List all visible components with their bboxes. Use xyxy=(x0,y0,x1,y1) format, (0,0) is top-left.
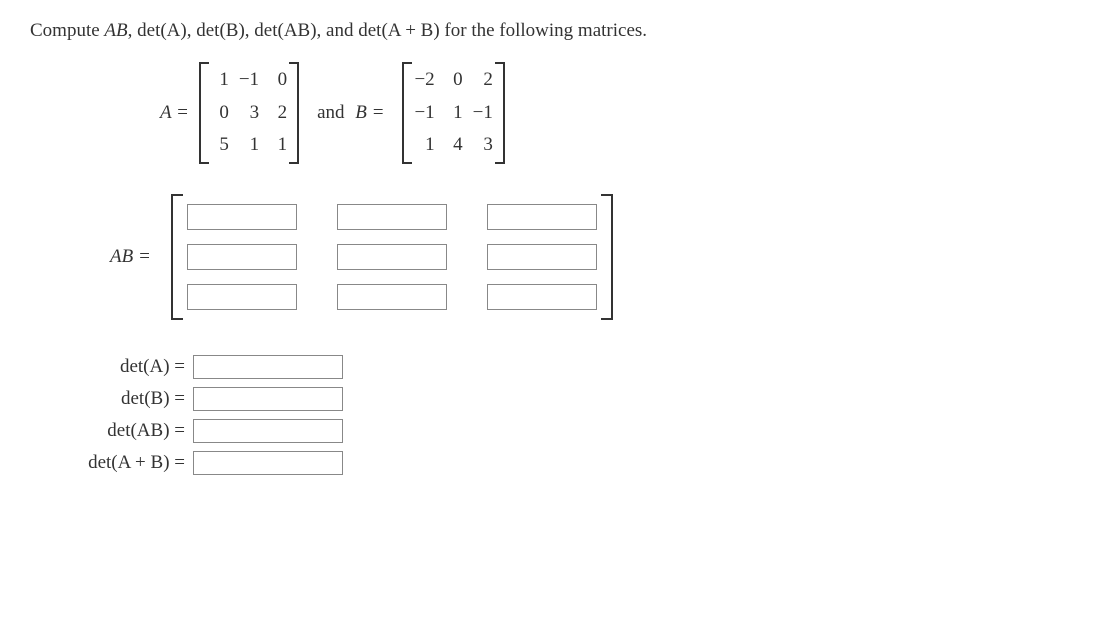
bracket-right-icon xyxy=(289,62,299,164)
matrix-b-cell: −1 xyxy=(473,101,493,126)
matrix-a-cell: 0 xyxy=(269,68,287,93)
det-b-row: det(B) = xyxy=(30,387,1084,411)
given-matrices: A = 1 −1 0 0 3 2 5 1 1 and B = −2 0 2 −1… xyxy=(160,62,1084,164)
det-ab-row: det(AB) = xyxy=(30,419,1084,443)
and-connector: and B = xyxy=(317,102,384,124)
det-a-plus-b-label: det(A + B) = xyxy=(30,452,185,474)
matrix-a-cell: 1 xyxy=(269,133,287,158)
sep: , xyxy=(245,20,255,41)
matrix-a: 1 −1 0 0 3 2 5 1 1 xyxy=(199,62,299,164)
ab-matrix xyxy=(171,194,613,320)
term-det-b: det(B) xyxy=(196,20,245,41)
ab-matrix-content xyxy=(183,194,601,320)
det-b-input[interactable] xyxy=(193,387,343,411)
matrix-a-cell: 0 xyxy=(211,101,229,126)
ab-input-1-2[interactable] xyxy=(487,244,597,270)
sep-last: , and xyxy=(317,20,359,41)
sep: , xyxy=(187,20,197,41)
question-prompt: Compute AB, det(A), det(B), det(AB), and… xyxy=(30,20,1084,42)
term-det-a: det(A) xyxy=(137,20,187,41)
ab-input-2-2[interactable] xyxy=(487,284,597,310)
matrix-a-cell: 1 xyxy=(211,68,229,93)
sep: , xyxy=(128,20,138,41)
ab-input-0-1[interactable] xyxy=(337,204,447,230)
ab-input-1-0[interactable] xyxy=(187,244,297,270)
det-b-label: det(B) = xyxy=(30,388,185,410)
det-a-plus-b-row: det(A + B) = xyxy=(30,451,1084,475)
bracket-left-icon xyxy=(199,62,209,164)
matrix-a-content: 1 −1 0 0 3 2 5 1 1 xyxy=(209,62,289,164)
prompt-prefix: Compute xyxy=(30,20,104,41)
matrix-a-cell: −1 xyxy=(239,68,259,93)
matrix-b-content: −2 0 2 −1 1 −1 1 4 3 xyxy=(412,62,494,164)
bracket-right-icon xyxy=(601,194,613,320)
det-a-plus-b-input[interactable] xyxy=(193,451,343,475)
prompt-suffix: for the following matrices. xyxy=(440,20,647,41)
ab-input-2-1[interactable] xyxy=(337,284,447,310)
term-ab: AB xyxy=(104,20,127,41)
ab-input-1-1[interactable] xyxy=(337,244,447,270)
ab-product-row: AB = xyxy=(110,194,1084,320)
matrix-b-cell: −1 xyxy=(414,101,434,126)
bracket-right-icon xyxy=(495,62,505,164)
matrix-b-cell: 4 xyxy=(445,133,463,158)
matrix-b-cell: 1 xyxy=(445,101,463,126)
det-ab-input[interactable] xyxy=(193,419,343,443)
matrix-a-cell: 2 xyxy=(269,101,287,126)
matrix-b-cell: 0 xyxy=(445,68,463,93)
matrix-b: −2 0 2 −1 1 −1 1 4 3 xyxy=(402,62,504,164)
ab-input-0-2[interactable] xyxy=(487,204,597,230)
matrix-a-cell: 1 xyxy=(239,133,259,158)
term-det-a-plus-b: det(A + B) xyxy=(358,20,439,41)
matrix-a-cell: 5 xyxy=(211,133,229,158)
ab-input-0-0[interactable] xyxy=(187,204,297,230)
matrix-b-cell: −2 xyxy=(414,68,434,93)
ab-input-2-0[interactable] xyxy=(187,284,297,310)
determinant-rows: det(A) = det(B) = det(AB) = det(A + B) = xyxy=(30,355,1084,475)
matrix-b-cell: 3 xyxy=(473,133,493,158)
bracket-left-icon xyxy=(171,194,183,320)
det-ab-label: det(AB) = xyxy=(30,420,185,442)
matrix-b-cell: 1 xyxy=(414,133,434,158)
term-det-ab: det(AB) xyxy=(254,20,316,41)
bracket-left-icon xyxy=(402,62,412,164)
matrix-b-label: B = xyxy=(355,102,384,123)
matrix-a-label: A = xyxy=(160,102,189,124)
det-a-input[interactable] xyxy=(193,355,343,379)
matrix-a-cell: 3 xyxy=(239,101,259,126)
matrix-b-cell: 2 xyxy=(473,68,493,93)
and-word: and xyxy=(317,102,344,123)
ab-label: AB = xyxy=(110,246,151,268)
det-a-row: det(A) = xyxy=(30,355,1084,379)
det-a-label: det(A) = xyxy=(30,356,185,378)
